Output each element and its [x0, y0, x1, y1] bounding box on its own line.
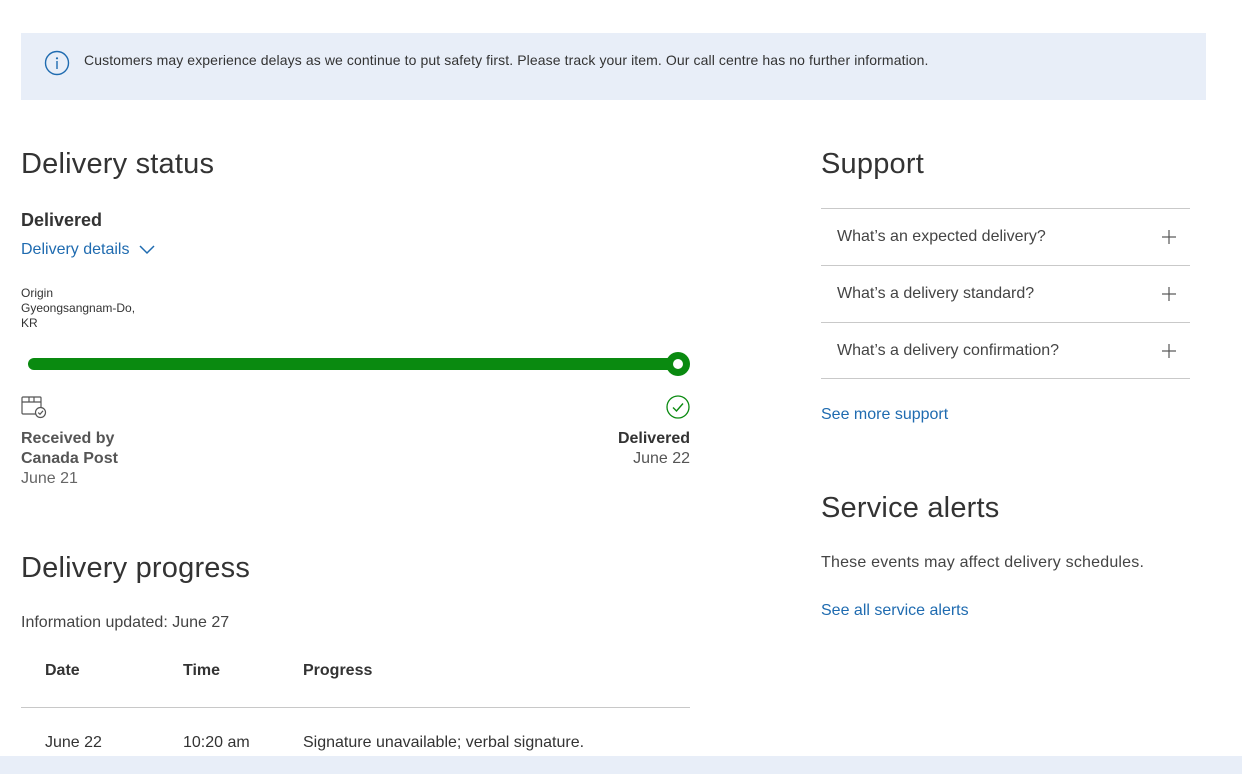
delivery-progress-heading: Delivery progress [21, 552, 251, 584]
delivery-progress-bar [28, 358, 684, 370]
notice-text: Customers may experience delays as we co… [84, 52, 929, 68]
row-date: June 22 [45, 734, 102, 751]
column-header-date: Date [45, 662, 80, 679]
support-item-label: What’s an expected delivery? [837, 228, 1046, 245]
origin-info: Origin Gyeongsangnam-Do, KR [21, 286, 151, 331]
origin-label: Origin [21, 286, 54, 300]
see-more-support-link[interactable]: See more support [821, 406, 948, 424]
delivery-details-label: Delivery details [21, 241, 130, 258]
received-milestone: Received by Canada Post June 21 [21, 429, 118, 489]
support-item-delivery-standard[interactable]: What’s a delivery standard? [821, 265, 1190, 322]
plus-icon [1162, 287, 1176, 301]
info-icon [44, 50, 70, 76]
row-time: 10:20 am [183, 734, 250, 751]
delivered-label: Delivered [617, 430, 690, 447]
safety-notice-banner: Customers may experience delays as we co… [21, 33, 1206, 100]
column-header-time: Time [183, 662, 221, 679]
delivered-milestone: Delivered June 22 [618, 429, 690, 469]
delivery-details-toggle[interactable]: Delivery details [21, 241, 156, 259]
chevron-down-icon [139, 245, 156, 255]
delivery-status-heading: Delivery status [21, 148, 215, 180]
progress-end-marker [666, 352, 690, 376]
received-label-line2: Canada Post [21, 450, 118, 467]
status-label: Delivered [21, 210, 103, 230]
support-item-delivery-confirmation[interactable]: What’s a delivery confirmation? [821, 322, 1190, 379]
support-heading: Support [821, 148, 924, 180]
support-item-expected-delivery[interactable]: What’s an expected delivery? [821, 208, 1190, 265]
plus-icon [1162, 344, 1176, 358]
received-label-line1: Received by [21, 430, 115, 447]
received-date: June 21 [21, 470, 78, 487]
origin-place: Gyeongsangnam-Do, KR [21, 301, 136, 330]
see-all-service-alerts-link[interactable]: See all service alerts [821, 602, 969, 620]
plus-icon [1162, 230, 1176, 244]
check-circle-icon [666, 395, 690, 419]
support-item-label: What’s a delivery standard? [837, 285, 1035, 302]
bottom-band [0, 756, 1242, 774]
support-item-label: What’s a delivery confirmation? [837, 342, 1060, 359]
row-progress: Signature unavailable; verbal signature. [303, 734, 585, 751]
service-alerts-text: These events may affect delivery schedul… [821, 554, 1145, 571]
information-updated: Information updated: June 27 [21, 614, 230, 631]
table-divider [21, 707, 690, 708]
service-alerts-heading: Service alerts [821, 492, 1000, 524]
delivered-date: June 22 [633, 450, 690, 467]
column-header-progress: Progress [303, 662, 373, 679]
support-accordion: What’s an expected delivery? What’s a de… [821, 208, 1190, 379]
package-received-icon [21, 396, 47, 419]
